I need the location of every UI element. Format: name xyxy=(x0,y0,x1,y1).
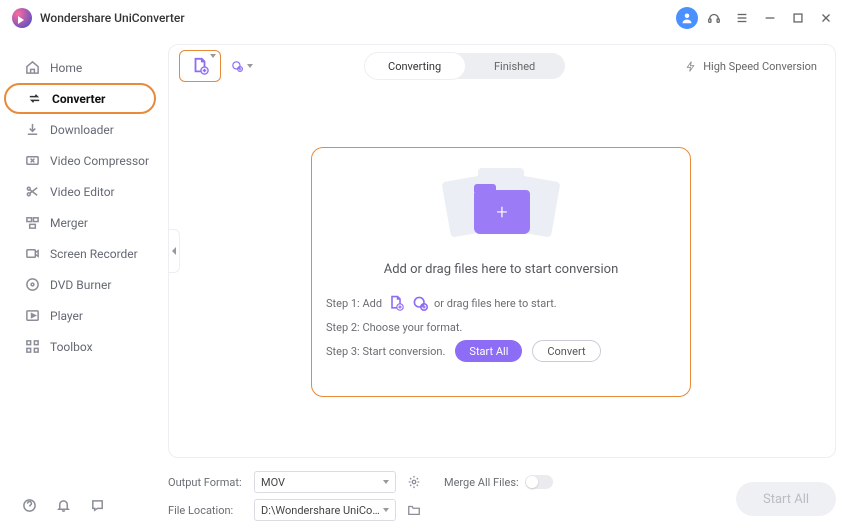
sidebar-item-label: Home xyxy=(50,61,82,75)
chevron-down-icon xyxy=(210,54,216,58)
high-speed-button[interactable]: High Speed Conversion xyxy=(676,56,825,77)
output-format-select[interactable]: MOV xyxy=(254,471,396,493)
sidebar-item-label: DVD Burner xyxy=(50,278,111,292)
scissors-icon xyxy=(24,184,40,200)
chevron-down-icon xyxy=(247,64,253,68)
recorder-icon xyxy=(24,246,40,262)
support-icon[interactable] xyxy=(702,6,726,30)
feedback-icon[interactable] xyxy=(88,496,106,514)
sidebar-item-home[interactable]: Home xyxy=(4,52,156,83)
chevron-left-icon xyxy=(171,246,177,256)
bell-icon[interactable] xyxy=(54,496,72,514)
output-format-label: Output Format: xyxy=(168,476,254,489)
sidebar-item-label: Merger xyxy=(50,216,88,230)
sidebar: Home Converter Downloader Video Compress… xyxy=(0,36,160,528)
add-file-icon xyxy=(388,295,404,311)
sidebar-item-label: Toolbox xyxy=(50,340,93,354)
user-avatar-button[interactable] xyxy=(676,7,698,29)
tab-converting[interactable]: Converting xyxy=(365,53,465,79)
sidebar-item-label: Video Compressor xyxy=(50,154,149,168)
converter-icon xyxy=(26,91,42,107)
sidebar-item-dvd[interactable]: DVD Burner xyxy=(4,269,156,300)
disc-icon xyxy=(24,277,40,293)
download-icon xyxy=(24,122,40,138)
folder-graphic: + xyxy=(446,168,556,246)
merge-toggle[interactable] xyxy=(525,475,553,489)
tab-finished[interactable]: Finished xyxy=(465,53,565,79)
start-all-button[interactable]: Start All xyxy=(736,482,836,516)
titlebar: Wondershare UniConverter xyxy=(0,0,850,36)
chevron-down-icon xyxy=(383,480,389,484)
convert-pill[interactable]: Convert xyxy=(532,340,600,362)
sidebar-item-label: Player xyxy=(50,309,83,323)
add-online-button[interactable] xyxy=(231,55,253,77)
lightning-icon xyxy=(684,60,697,73)
sidebar-item-downloader[interactable]: Downloader xyxy=(4,114,156,145)
plus-icon: + xyxy=(496,200,507,224)
sidebar-item-editor[interactable]: Video Editor xyxy=(4,176,156,207)
merger-icon xyxy=(24,215,40,231)
sidebar-item-toolbox[interactable]: Toolbox xyxy=(4,331,156,362)
window-maximize-button[interactable] xyxy=(786,6,810,30)
sidebar-item-label: Downloader xyxy=(50,123,114,137)
sidebar-item-recorder[interactable]: Screen Recorder xyxy=(4,238,156,269)
start-all-pill[interactable]: Start All xyxy=(455,340,522,362)
main-area: Converting Finished High Speed Conversio… xyxy=(160,36,850,528)
sidebar-item-label: Video Editor xyxy=(50,185,115,199)
settings-gear-icon[interactable] xyxy=(404,472,424,492)
add-file-icon xyxy=(191,57,209,75)
drop-zone[interactable]: + Add or drag files here to start conver… xyxy=(311,147,691,397)
sidebar-item-label: Converter xyxy=(52,92,105,106)
merge-label: Merge All Files: xyxy=(444,476,519,489)
open-folder-icon[interactable] xyxy=(404,500,424,520)
drop-zone-text: Add or drag files here to start conversi… xyxy=(384,262,619,277)
status-segment-control: Converting Finished xyxy=(365,53,565,79)
sidebar-item-player[interactable]: Player xyxy=(4,300,156,331)
file-location-select[interactable]: D:\Wondershare UniConverter xyxy=(254,499,396,521)
sidebar-item-merger[interactable]: Merger xyxy=(4,207,156,238)
sidebar-item-label: Screen Recorder xyxy=(50,247,138,261)
window-minimize-button[interactable] xyxy=(758,6,782,30)
file-location-label: File Location: xyxy=(168,504,254,517)
sidebar-item-converter[interactable]: Converter xyxy=(4,83,156,114)
chevron-down-icon xyxy=(383,508,389,512)
steps-area: Step 1: Add xyxy=(312,277,690,363)
bottom-bar: Output Format: MOV Merge All Files: File… xyxy=(168,468,836,524)
play-icon xyxy=(24,308,40,324)
step-1-row: Step 1: Add xyxy=(326,291,676,315)
home-icon xyxy=(24,60,40,76)
window-close-button[interactable] xyxy=(814,6,838,30)
step-2-row: Step 2: Choose your format. xyxy=(326,315,676,339)
topbar: Converting Finished High Speed Conversio… xyxy=(169,45,835,87)
step-3-row: Step 3: Start conversion. Start All Conv… xyxy=(326,339,676,363)
compressor-icon xyxy=(24,153,40,169)
sidebar-item-compressor[interactable]: Video Compressor xyxy=(4,145,156,176)
add-online-icon xyxy=(412,295,428,311)
collapse-sidebar-handle[interactable] xyxy=(168,229,180,273)
hamburger-menu-icon[interactable] xyxy=(730,6,754,30)
app-logo-icon xyxy=(12,8,32,28)
help-icon[interactable] xyxy=(20,496,38,514)
app-title: Wondershare UniConverter xyxy=(40,11,185,25)
grid-icon xyxy=(24,339,40,355)
panel: Converting Finished High Speed Conversio… xyxy=(168,44,836,458)
add-online-icon xyxy=(231,57,243,75)
add-file-button[interactable] xyxy=(179,50,221,82)
